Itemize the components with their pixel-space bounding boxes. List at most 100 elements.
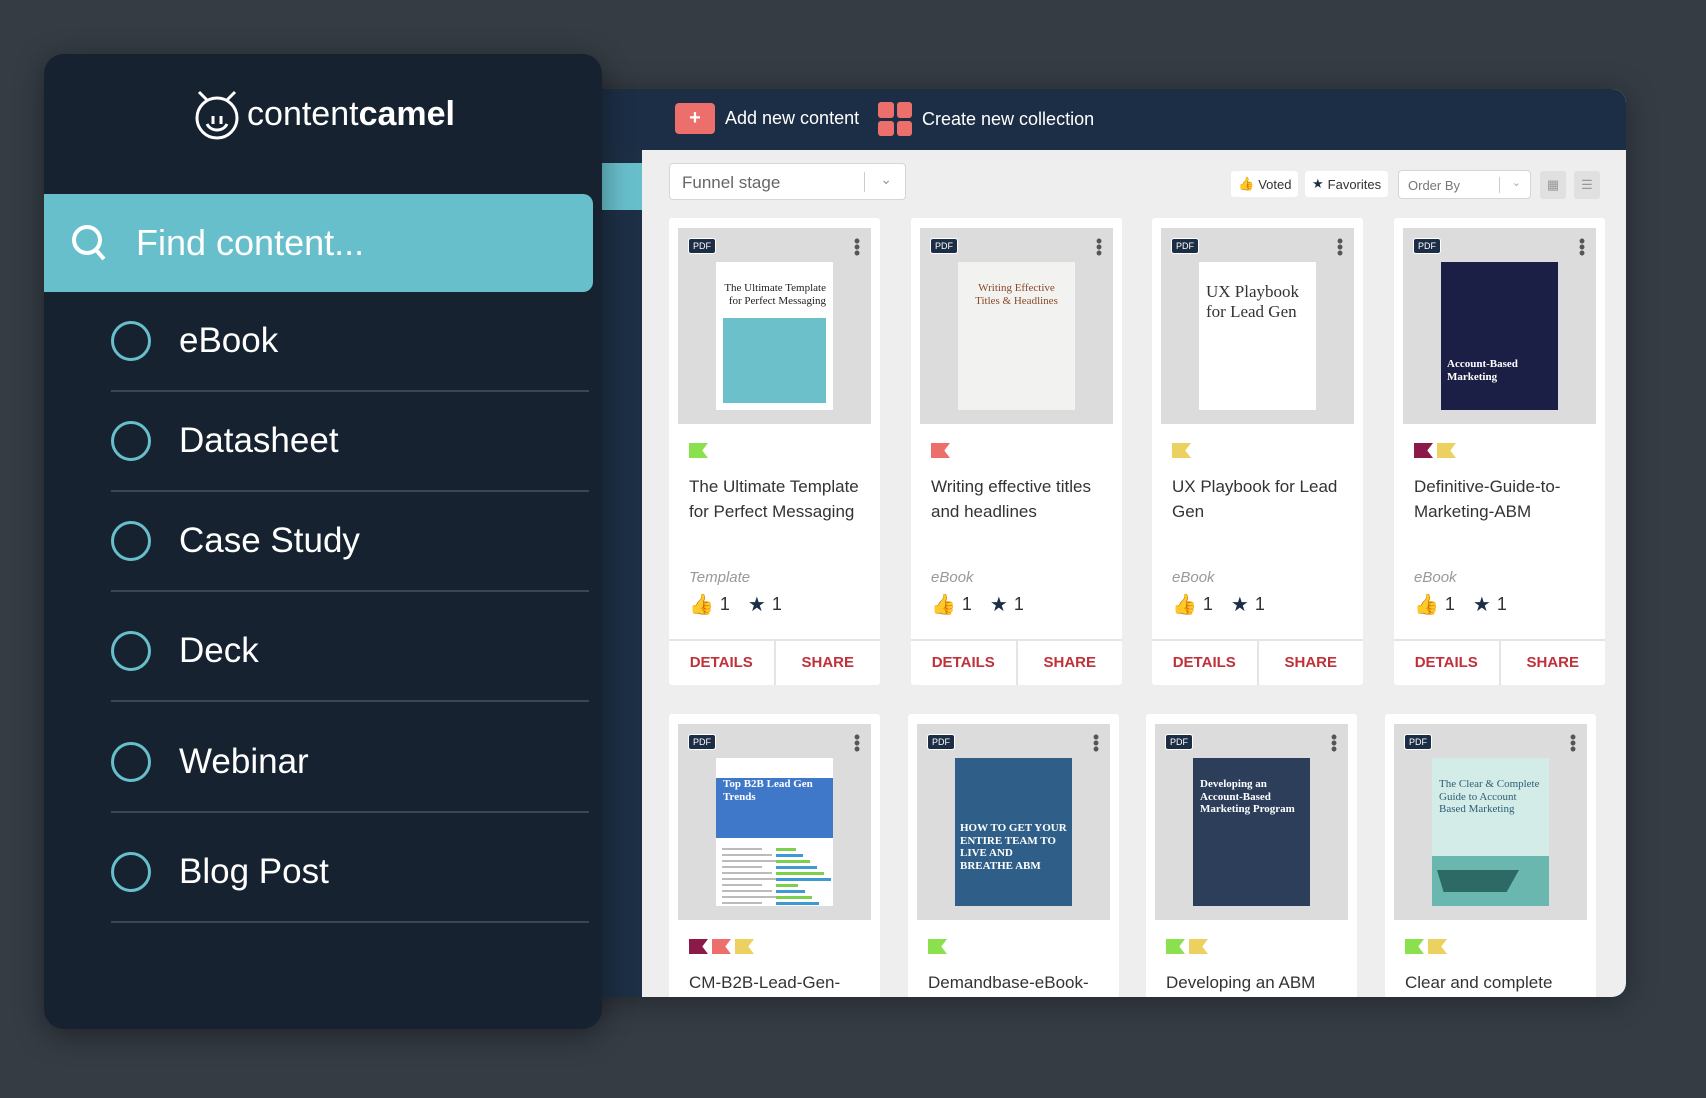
voted-filter-button[interactable]: 👍 Voted [1231, 171, 1299, 197]
share-button[interactable]: SHARE [1018, 641, 1123, 685]
order-by-select[interactable]: Order By ⌄ [1398, 170, 1531, 199]
more-options-icon[interactable]: • • • [1095, 232, 1103, 262]
thumbs-up-icon[interactable]: 👍 [1414, 592, 1439, 617]
vote-count: 1 [719, 594, 730, 614]
star-icon[interactable]: ★ [748, 592, 766, 617]
cover-image: Writing Effective Titles & Headlines [958, 262, 1075, 410]
grid-view-button[interactable]: ▦ [1540, 171, 1566, 199]
content-card: PDF • • • HOW TO GET YOUR ENTIRE TEAM TO L… [908, 714, 1119, 997]
sidebar-item-label: Deck [179, 631, 259, 670]
card-thumbnail[interactable]: PDF • • • Writing Effective Titles & Headl… [920, 228, 1113, 424]
radio-circle-icon [111, 852, 151, 892]
card-thumbnail[interactable]: PDF • • • HOW TO GET YOUR ENTIRE TEAM TO L… [917, 724, 1110, 920]
radio-circle-icon [111, 742, 151, 782]
collapsed-nav-strip [602, 150, 642, 997]
favorite-count: 1 [1254, 594, 1265, 614]
chevron-down-icon: ⌄ [880, 171, 892, 187]
share-button[interactable]: SHARE [1501, 641, 1606, 685]
star-icon[interactable]: ★ [1231, 592, 1249, 617]
cover-title: Account-Based Marketing [1447, 358, 1518, 383]
sidebar-item-blog-post[interactable]: Blog Post [111, 823, 589, 923]
flag-green [1405, 939, 1424, 954]
card-title[interactable]: Definitive-Guide-to-Marketing-ABM [1414, 474, 1591, 524]
cover-image: UX Playbook for Lead Gen [1199, 262, 1316, 410]
details-button[interactable]: DETAILS [911, 641, 1018, 685]
search-input[interactable]: Find content... [44, 194, 593, 292]
grid-icon: ▦ [1546, 177, 1560, 192]
more-options-icon[interactable]: • • • [1330, 728, 1338, 758]
sidebar-item-label: Blog Post [179, 852, 329, 891]
funnel-stage-flags [931, 443, 950, 458]
card-title[interactable]: Clear and complete [1405, 970, 1582, 995]
card-title[interactable]: Demandbase-eBook- [928, 970, 1105, 995]
pdf-badge: PDF [930, 238, 958, 254]
sidebar-item-ebook[interactable]: eBook [111, 292, 589, 392]
more-options-icon[interactable]: • • • [853, 232, 861, 262]
cover-image: Developing an Account-Based Marketing Pr… [1193, 758, 1310, 906]
pdf-badge: PDF [1171, 238, 1199, 254]
details-button[interactable]: DETAILS [1152, 641, 1259, 685]
sidebar-item-deck[interactable]: Deck [111, 602, 589, 702]
thumbs-up-icon[interactable]: 👍 [931, 592, 956, 617]
funnel-stage-select[interactable]: Funnel stage ⌄ [669, 163, 906, 200]
flag-yellow [735, 939, 754, 954]
add-new-content-button[interactable]: + Add new content [675, 103, 859, 134]
details-button[interactable]: DETAILS [1394, 641, 1501, 685]
list-view-button[interactable]: ☰ [1574, 171, 1600, 199]
card-title[interactable]: UX Playbook for Lead Gen [1172, 474, 1349, 524]
cover-image: HOW TO GET YOUR ENTIRE TEAM TO LIVE AND … [955, 758, 1072, 906]
flag-green [928, 939, 947, 954]
cover-image: The Ultimate Template for Perfect Messag… [716, 262, 833, 410]
share-button[interactable]: SHARE [776, 641, 881, 685]
logo: content camel [44, 86, 602, 142]
funnel-stage-flags [1166, 939, 1208, 954]
sidebar-item-case-study[interactable]: Case Study [111, 492, 589, 592]
content-card: PDF • • • Account-Based Marketing Definitiv… [1394, 218, 1605, 685]
logo-text: content [247, 94, 359, 133]
pdf-badge: PDF [1413, 238, 1441, 254]
details-button[interactable]: DETAILS [669, 641, 776, 685]
card-thumbnail[interactable]: PDF • • • The Clear & Complete Guide to Ac… [1394, 724, 1587, 920]
vote-count: 1 [1444, 594, 1455, 614]
more-options-icon[interactable]: • • • [853, 728, 861, 758]
favorites-filter-button[interactable]: ★ Favorites [1305, 171, 1389, 197]
card-thumbnail[interactable]: PDF • • • Developing an Account-Based Mark… [1155, 724, 1348, 920]
cover-title: HOW TO GET YOUR ENTIRE TEAM TO LIVE AND … [960, 822, 1067, 872]
card-title[interactable]: Developing an ABM [1166, 970, 1343, 995]
create-collection-button[interactable]: Create new collection [878, 102, 1094, 136]
more-options-icon[interactable]: • • • [1336, 232, 1344, 262]
thumbs-up-icon[interactable]: 👍 [1172, 592, 1197, 617]
card-thumbnail[interactable]: PDF • • • The Ultimate Template for Perfec… [678, 228, 871, 424]
card-title[interactable]: The Ultimate Template for Perfect Messag… [689, 474, 866, 524]
flag-yellow [1189, 939, 1208, 954]
card-thumbnail[interactable]: PDF • • • Top B2B Lead Gen Trends [678, 724, 871, 920]
card-actions: DETAILS SHARE [1394, 639, 1605, 685]
vote-count: 1 [961, 594, 972, 614]
share-button[interactable]: SHARE [1259, 641, 1364, 685]
sidebar-item-label: Webinar [179, 742, 309, 781]
flag-green [689, 443, 708, 458]
funnel-stage-placeholder: Funnel stage [682, 173, 781, 192]
star-icon[interactable]: ★ [990, 592, 1008, 617]
more-options-icon[interactable]: • • • [1092, 728, 1100, 758]
sidebar-item-datasheet[interactable]: Datasheet [111, 392, 589, 492]
card-thumbnail[interactable]: PDF • • • Account-Based Marketing [1403, 228, 1596, 424]
top-header: + Add new content Create new collection [560, 89, 1626, 150]
content-card: PDF • • • Developing an Account-Based Mark… [1146, 714, 1357, 997]
card-title[interactable]: Writing effective titles and headlines [931, 474, 1108, 524]
card-title[interactable]: CM-B2B-Lead-Gen- [689, 970, 866, 995]
content-type: Template [689, 569, 751, 586]
sidebar: content camel Find content... eBook Datash… [44, 54, 602, 1029]
sidebar-item-webinar[interactable]: Webinar [111, 713, 589, 813]
thumbs-up-icon[interactable]: 👍 [689, 592, 714, 617]
more-options-icon[interactable]: • • • [1569, 728, 1577, 758]
funnel-stage-flags [1172, 443, 1191, 458]
cover-image: Account-Based Marketing [1441, 262, 1558, 410]
order-by-placeholder: Order By [1408, 178, 1461, 193]
star-icon[interactable]: ★ [1473, 592, 1491, 617]
more-options-icon[interactable]: • • • [1578, 232, 1586, 262]
cover-title: The Clear & Complete Guide to Account Ba… [1439, 778, 1540, 816]
pdf-badge: PDF [1165, 734, 1193, 750]
card-thumbnail[interactable]: PDF • • • UX Playbook for Lead Gen [1161, 228, 1354, 424]
cover-title: UX Playbook for Lead Gen [1206, 282, 1300, 321]
